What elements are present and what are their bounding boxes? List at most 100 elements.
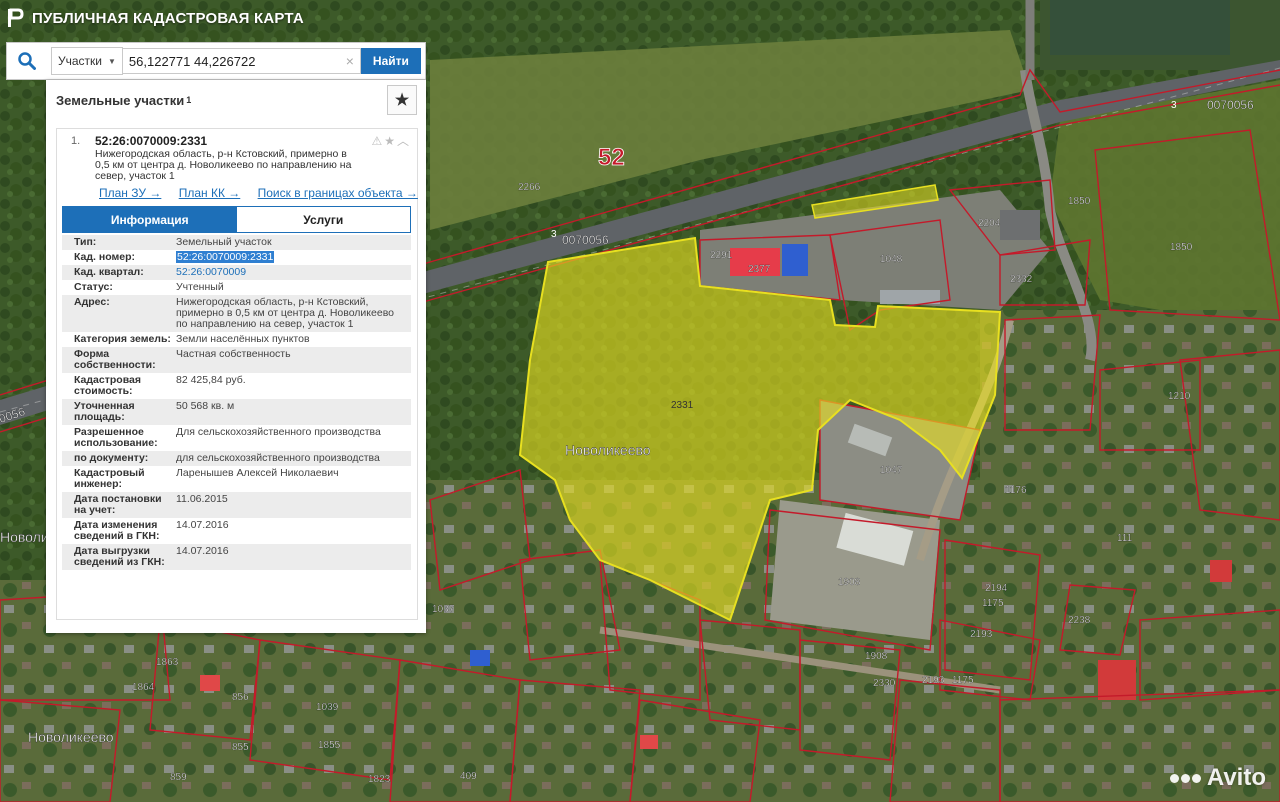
app-title: ПУБЛИЧНАЯ КАДАСТРОВАЯ КАРТА xyxy=(32,9,304,27)
svg-text:0070056: 0070056 xyxy=(1207,98,1254,112)
results-header: Земельные участки 1 ★ xyxy=(46,80,426,120)
star-icon: ★ xyxy=(394,92,410,109)
find-button[interactable]: Найти xyxy=(360,48,421,74)
property-row: Кадастровый инженер: Ларенышев Алексей Ни… xyxy=(62,466,411,492)
chevron-down-icon: ▼ xyxy=(108,56,116,66)
warning-icon[interactable]: ⚠ xyxy=(371,134,384,148)
property-label: Кадастровый инженер: xyxy=(74,467,145,490)
svg-text:Новоликеево: Новоликеево xyxy=(565,442,651,458)
property-row: Тип: Земельный участок xyxy=(62,235,411,250)
clear-icon[interactable]: × xyxy=(346,53,354,69)
property-value: 11.06.2015 xyxy=(176,493,228,505)
property-value: Земельный участок xyxy=(176,236,272,248)
svg-text:2331: 2331 xyxy=(671,400,694,411)
search-type-select[interactable]: Участки ▼ xyxy=(51,47,123,75)
svg-text:855: 855 xyxy=(232,742,249,753)
svg-text:1175: 1175 xyxy=(952,675,974,686)
property-label: Кадастровая стоимость: xyxy=(74,374,141,397)
favorite-star-button[interactable]: ★ xyxy=(387,85,417,115)
property-row: Разрешенное использование: Для сельскохоз… xyxy=(62,425,411,451)
svg-text:1855: 1855 xyxy=(318,740,341,751)
search-input[interactable]: 56,122771 44,226722 × xyxy=(122,48,361,74)
property-row: Кад. номер: 52:26:0070009:2331 xyxy=(62,250,411,265)
svg-text:Новоликеево: Новоликеево xyxy=(28,729,114,745)
result-index: 1. xyxy=(71,135,81,147)
property-row: Уточненная площадь: 50 568 кв. м xyxy=(62,399,411,425)
plan-kk-link[interactable]: План КК → xyxy=(179,186,241,200)
property-value: 82 425,84 руб. xyxy=(176,374,246,386)
property-label: Кад. квартал: xyxy=(74,266,144,278)
property-value-link[interactable]: 52:26:0070009 xyxy=(176,267,411,278)
svg-text:2332: 2332 xyxy=(1010,274,1033,285)
property-label: по документу: xyxy=(74,452,149,464)
svg-text:2193: 2193 xyxy=(970,629,993,640)
results-count: 1 xyxy=(186,95,192,105)
property-value: Земли населённых пунктов xyxy=(176,333,310,345)
svg-text:859: 859 xyxy=(170,772,187,783)
property-label: Разрешенное использование: xyxy=(74,426,158,449)
svg-text:111: 111 xyxy=(1117,533,1133,544)
svg-text:3: 3 xyxy=(1171,100,1177,111)
svg-text:1175: 1175 xyxy=(982,598,1004,609)
property-value-selected[interactable]: 52:26:0070009:2331 xyxy=(176,251,275,263)
tab-services[interactable]: Услуги xyxy=(236,207,410,232)
property-row: Дата изменения сведений в ГКН: 14.07.2016 xyxy=(62,518,411,544)
svg-text:1863: 1863 xyxy=(156,657,179,668)
property-row: Дата выгрузки сведений из ГКН: 14.07.2016 xyxy=(62,544,411,570)
avito-logo-icon xyxy=(1169,773,1203,783)
svg-text:1048: 1048 xyxy=(880,254,903,265)
search-icon[interactable] xyxy=(7,43,47,79)
app-header: ПУБЛИЧНАЯ КАДАСТРОВАЯ КАРТА xyxy=(0,0,1280,36)
svg-text:1047: 1047 xyxy=(880,465,903,476)
svg-text:1908: 1908 xyxy=(865,651,888,662)
result-address: Нижегородская область, р-н Кстовский, пр… xyxy=(95,148,352,182)
svg-text:2204: 2204 xyxy=(978,218,1001,229)
plan-zu-link[interactable]: План ЗУ → xyxy=(99,186,161,200)
tab-information[interactable]: Информация xyxy=(63,207,237,232)
properties-table: Тип: Земельный участок Кад. номер: 52:26:0… xyxy=(62,235,411,570)
svg-text:2194: 2194 xyxy=(985,583,1008,594)
property-label: Кад. номер: xyxy=(74,251,136,263)
svg-text:409: 409 xyxy=(460,771,477,782)
svg-text:1864: 1864 xyxy=(132,682,155,693)
property-row: Кад. квартал: 52:26:0070009 xyxy=(62,265,411,280)
property-label: Дата изменения сведений в ГКН: xyxy=(74,519,160,542)
result-card: 1. 52:26:0070009:2331 ⚠★︿ Нижегородская … xyxy=(56,128,418,620)
star-outline-icon[interactable]: ★ xyxy=(384,134,397,148)
search-in-bounds-link[interactable]: Поиск в границах объекта → xyxy=(258,186,418,200)
svg-text:1850: 1850 xyxy=(1068,196,1091,207)
results-title: Земельные участки xyxy=(56,92,185,108)
svg-text:1210: 1210 xyxy=(1168,391,1191,402)
property-value: Учтенный xyxy=(176,281,224,293)
collapse-icon[interactable]: ︿ xyxy=(397,134,411,148)
property-label: Дата выгрузки сведений из ГКН: xyxy=(74,545,165,568)
property-row: Форма собственности: Частная собственност… xyxy=(62,347,411,373)
svg-text:2266: 2266 xyxy=(518,182,541,193)
svg-text:856: 856 xyxy=(232,692,249,703)
property-value: Для сельскохозяйственного производства xyxy=(176,426,381,438)
svg-text:3: 3 xyxy=(551,229,557,240)
watermark-text: Avito xyxy=(1206,764,1266,791)
property-row: Категория земель: Земли населённых пункто… xyxy=(62,332,411,347)
result-cadastral-number[interactable]: 52:26:0070009:2331 xyxy=(95,134,207,148)
property-label: Форма собственности: xyxy=(74,348,156,371)
property-row: Адрес: Нижегородская область, р-н Кстовск… xyxy=(62,295,411,332)
property-value: Частная собственность xyxy=(176,348,291,360)
card-tools: ⚠★︿ xyxy=(371,132,411,149)
property-label: Тип: xyxy=(74,236,97,248)
property-label: Категория земель: xyxy=(74,333,171,345)
property-label: Адрес: xyxy=(74,296,110,308)
svg-text:1850: 1850 xyxy=(1170,242,1193,253)
svg-text:2238: 2238 xyxy=(1068,615,1091,626)
search-type-label: Участки xyxy=(58,54,102,68)
property-value: для сельскохозяйственного производства xyxy=(176,452,380,464)
avito-watermark: Avito xyxy=(1169,764,1266,792)
svg-text:1908: 1908 xyxy=(838,577,861,588)
property-value: 50 568 кв. м xyxy=(176,400,235,412)
svg-text:1823: 1823 xyxy=(368,774,391,785)
svg-text:1037: 1037 xyxy=(432,604,455,615)
property-value: 14.07.2016 xyxy=(176,545,229,557)
svg-text:52: 52 xyxy=(598,144,625,171)
property-row: по документу: для сельскохозяйственного п… xyxy=(62,451,411,466)
svg-text:2291: 2291 xyxy=(710,250,733,261)
